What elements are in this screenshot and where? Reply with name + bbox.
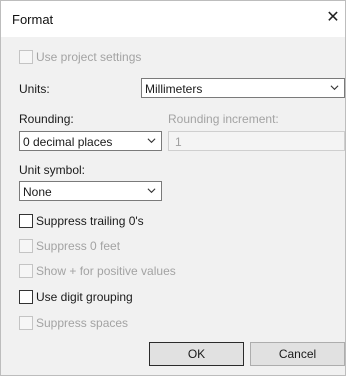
close-icon[interactable]: ✕ <box>321 5 345 31</box>
dialog-title: Format <box>12 12 54 27</box>
chevron-down-icon <box>147 188 156 194</box>
unit-symbol-dropdown[interactable]: None <box>19 181 162 201</box>
checkbox-box[interactable] <box>19 290 33 304</box>
suppress-spaces-label: Suppress spaces <box>36 316 129 330</box>
rounding-increment-field: 1 <box>168 131 345 151</box>
unit-symbol-label: Unit symbol: <box>19 163 86 177</box>
units-dropdown[interactable]: Millimeters <box>141 78 345 98</box>
checkbox-box[interactable] <box>19 264 33 278</box>
checkbox-box[interactable] <box>19 316 33 330</box>
chevron-down-icon <box>330 85 339 91</box>
show-plus-positive-label: Show + for positive values <box>36 264 176 278</box>
rounding-dropdown[interactable]: 0 decimal places <box>19 131 162 151</box>
units-label: Units: <box>19 82 50 96</box>
rounding-value: 0 decimal places <box>23 135 113 149</box>
use-digit-grouping-label: Use digit grouping <box>36 290 133 304</box>
suppress-zero-feet-label: Suppress 0 feet <box>36 239 121 253</box>
chevron-down-icon <box>147 138 156 144</box>
rounding-increment-value: 1 <box>175 135 182 149</box>
checkbox-box[interactable] <box>19 50 33 64</box>
ok-button[interactable]: OK <box>149 342 244 366</box>
units-value: Millimeters <box>145 82 203 96</box>
checkbox-box[interactable] <box>19 239 33 253</box>
suppress-trailing-zeros-label: Suppress trailing 0's <box>36 214 144 228</box>
checkbox-box[interactable] <box>19 214 33 228</box>
cancel-button[interactable]: Cancel <box>250 342 345 366</box>
title-bar: Format ✕ <box>1 1 345 37</box>
unit-symbol-value: None <box>23 185 52 199</box>
format-dialog: Format ✕ Use project settings Units: Mil… <box>0 0 346 376</box>
rounding-label: Rounding: <box>19 112 74 126</box>
rounding-increment-label: Rounding increment: <box>168 112 279 126</box>
use-project-settings-label: Use project settings <box>36 50 142 64</box>
